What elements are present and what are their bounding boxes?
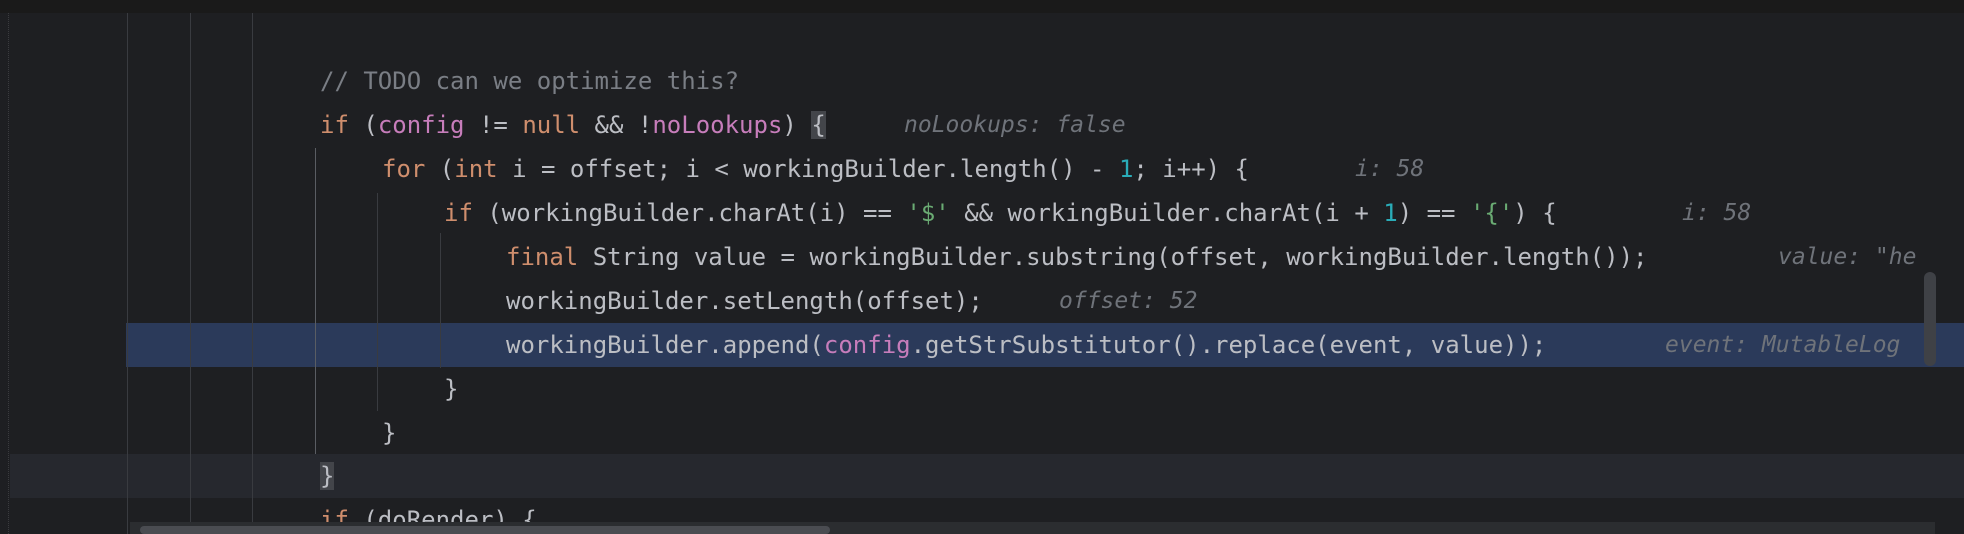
code-token: noLookups [652,111,783,139]
code-token: 1 [1118,155,1134,183]
code-token: ) == [1397,199,1470,227]
code-token: && workingBuilder.charAt(i + [949,199,1384,227]
code-token: workingBuilder.append( [506,331,824,359]
code-token: ) [782,111,812,139]
matched-brace: { [811,111,826,139]
code-token: workingBuilder.setLength(offset); [506,287,983,315]
code-line-execution-point[interactable]: workingBuilder.append(config.getStrSubst… [10,323,1964,367]
inline-debug-value: offset: 52 [1059,288,1198,314]
code-token: String value = workingBuilder.substring(… [578,243,1648,271]
code-line-content: } [444,367,458,411]
code-line-content: workingBuilder.append(config.getStrSubst… [506,323,1546,367]
code-token: // TODO can we optimize this? [320,67,740,95]
code-line[interactable]: workingBuilder.setLength(offset); offset… [10,279,1964,323]
code-token: && ! [580,111,653,139]
code-line[interactable]: for (int i = offset; i < workingBuilder.… [10,147,1964,191]
code-line-content: workingBuilder.setLength(offset); [506,279,983,323]
code-token: final [506,243,579,271]
code-line-content: } [382,411,396,455]
code-token: int [454,155,498,183]
inline-debug-value: value: "he [1778,244,1917,270]
inline-debug-value: event: MutableLog [1665,332,1901,358]
code-line-content: for (int i = offset; i < workingBuilder.… [382,147,1249,191]
code-token: '{' [1469,199,1514,227]
code-token: } [382,419,397,447]
code-line[interactable]: if (config != null && !noLookups) { noLo… [10,103,1964,147]
code-line[interactable]: if (workingBuilder.charAt(i) == '$' && w… [10,191,1964,235]
inline-debug-value: i: 58 [1355,156,1425,182]
code-line-content: // TODO can we optimize this? [320,59,739,103]
code-token: null [522,111,581,139]
code-line-content: if (workingBuilder.charAt(i) == '$' && w… [444,191,1557,235]
code-token: ; i++) { [1133,155,1249,183]
code-token: ( [425,155,455,183]
code-token: config [823,331,911,359]
code-token: if [444,199,473,227]
code-token: ( [348,111,378,139]
code-line[interactable]: // TODO can we optimize this? [10,59,1964,103]
code-line-content: final String value = workingBuilder.subs… [506,235,1648,279]
code-line[interactable]: final String value = workingBuilder.subs… [10,235,1964,279]
code-token: i = offset; i < workingBuilder.length() … [497,155,1119,183]
code-token: if [320,111,349,139]
code-token: for [382,155,426,183]
code-token: '$' [906,199,950,227]
code-editor[interactable]: // TODO can we optimize this? if (config… [10,13,1964,534]
code-line-content: } [320,454,335,498]
code-token: ) { [1513,199,1557,227]
code-editor-window: // TODO can we optimize this? if (config… [0,0,1964,534]
editor-gutter[interactable] [0,13,9,534]
code-line[interactable]: } [10,411,1964,455]
editor-top-border [0,0,1964,13]
code-line-caret[interactable]: } [10,454,1964,498]
code-line-content: if (config != null && !noLookups) { [320,103,826,147]
code-token: .getStrSubstitutor().replace(event, valu… [910,331,1547,359]
inline-debug-value: i: 58 [1682,200,1752,226]
matched-brace: } [320,462,335,490]
code-line[interactable]: } [10,367,1964,411]
code-token: (workingBuilder.charAt(i) == [472,199,907,227]
horizontal-scrollbar-thumb[interactable] [140,526,830,534]
code-token: } [444,375,459,403]
vertical-scrollbar-thumb[interactable] [1924,272,1936,366]
inline-debug-value: noLookups: false [904,112,1126,138]
code-token: 1 [1383,199,1398,227]
code-token: != [464,111,523,139]
code-token: config [377,111,465,139]
